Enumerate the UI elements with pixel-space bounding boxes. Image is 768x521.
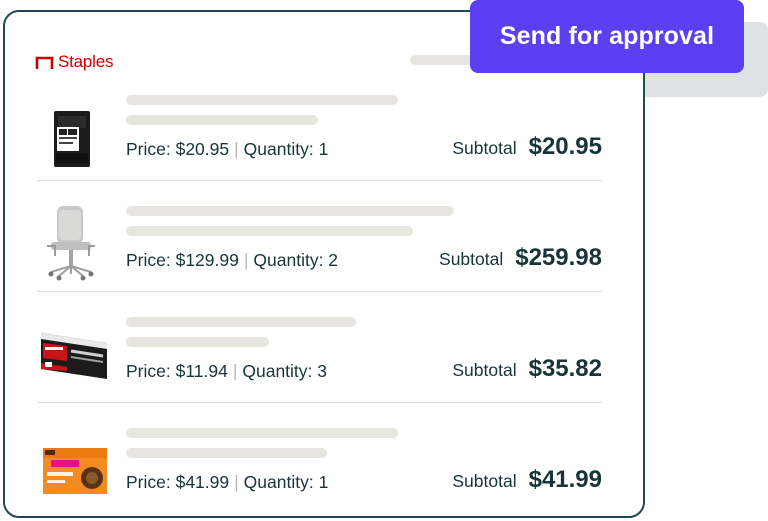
row-divider: [37, 402, 602, 403]
item-meta: Price: $20.95 | Quantity: 1: [126, 139, 328, 160]
item-quantity: Quantity: 1: [243, 139, 329, 159]
item-quantity: Quantity: 2: [253, 250, 339, 270]
brand-name: Staples: [58, 52, 114, 71]
sharpie-markers-image: [41, 333, 107, 379]
subtotal-label: Subtotal: [439, 249, 504, 269]
subtotal-label: Subtotal: [452, 360, 517, 380]
item-subtotal: Subtotal $20.95: [452, 133, 602, 161]
dunkin-coffee-pods-image: [43, 448, 107, 494]
item-name-placeholder: [126, 95, 398, 105]
item-name-placeholder: [126, 206, 454, 216]
item-quantity: Quantity: 3: [242, 361, 328, 381]
subtotal-value: $259.98: [515, 244, 602, 271]
item-description-placeholder: [126, 115, 318, 125]
meta-separator: |: [232, 361, 238, 381]
subtotal-label: Subtotal: [452, 138, 517, 158]
subtotal-value: $20.95: [528, 133, 602, 160]
item-meta: Price: $41.99 | Quantity: 1: [126, 472, 328, 493]
subtotal-label: Subtotal: [452, 471, 517, 491]
item-subtotal: Subtotal $35.82: [452, 355, 602, 383]
item-meta: Price: $11.94 | Quantity: 3: [126, 361, 327, 382]
item-subtotal: Subtotal $259.98: [439, 244, 602, 272]
cart-item-sharpie-markers[interactable]: Price: $11.94 | Quantity: 3 Subtotal $35.8…: [37, 297, 602, 407]
meta-separator: |: [234, 139, 239, 159]
item-subtotal: Subtotal $41.99: [452, 466, 602, 494]
subtotal-value: $35.82: [528, 355, 602, 382]
item-price: Price: $20.95: [126, 139, 230, 159]
item-price: Price: $11.94: [126, 361, 228, 381]
ink-cartridge-image: [54, 111, 90, 167]
staples-logo: Staples: [35, 52, 114, 72]
item-name-placeholder: [126, 428, 398, 438]
cart-item-ink-cartridge[interactable]: Price: $20.95 | Quantity: 1 Subtotal $20.9…: [37, 75, 602, 185]
item-meta: Price: $129.99 | Quantity: 2: [126, 250, 338, 271]
send-for-approval-button[interactable]: Send for approval: [470, 0, 744, 73]
office-chair-image: [47, 206, 95, 281]
cart-item-dunkin-coffee-pods[interactable]: Price: $41.99 | Quantity: 1 Subtotal $41.9…: [37, 408, 602, 518]
item-description-placeholder: [126, 226, 413, 236]
subtotal-value: $41.99: [528, 466, 602, 493]
item-description-placeholder: [126, 337, 269, 347]
cart-item-office-chair[interactable]: Price: $129.99 | Quantity: 2 Subtotal $259…: [37, 186, 602, 296]
staples-staple-icon: [35, 56, 54, 69]
row-divider: [37, 180, 602, 181]
item-quantity: Quantity: 1: [243, 472, 329, 492]
meta-separator: |: [234, 472, 239, 492]
item-description-placeholder: [126, 448, 327, 458]
row-divider: [37, 291, 602, 292]
meta-separator: |: [243, 250, 249, 270]
item-name-placeholder: [126, 317, 356, 327]
item-price: Price: $41.99: [126, 472, 230, 492]
item-price: Price: $129.99: [126, 250, 239, 270]
